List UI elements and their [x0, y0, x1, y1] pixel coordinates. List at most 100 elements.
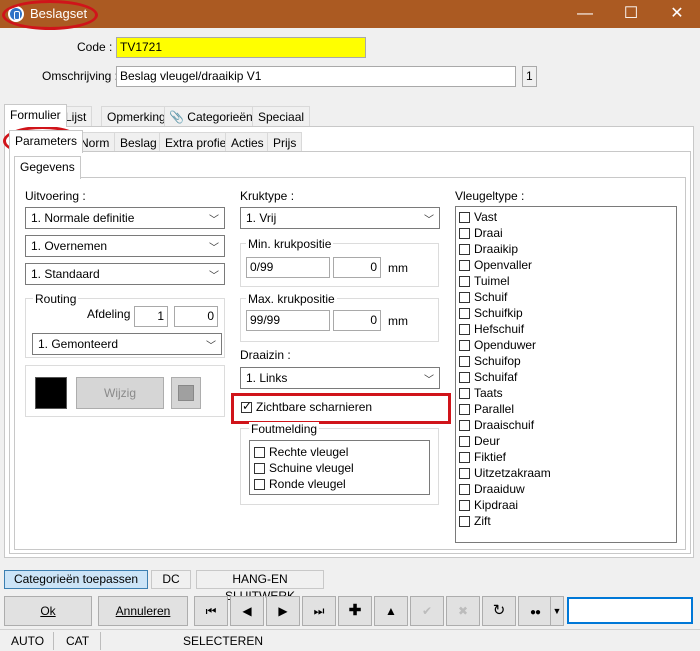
- min-mm-field[interactable]: 0: [333, 257, 381, 278]
- annuleren-label: Annuleren: [115, 604, 171, 618]
- add-button[interactable]: ✚: [338, 596, 372, 626]
- vleugeltype-item[interactable]: Schuifkip: [459, 306, 523, 322]
- minimize-button[interactable]: —: [562, 0, 608, 28]
- up-icon: ▲: [385, 604, 397, 618]
- last-record-button[interactable]: ⏭: [302, 596, 336, 626]
- confirm-icon: ✔: [421, 604, 433, 618]
- tab-beslag[interactable]: Beslag: [114, 132, 163, 153]
- vleugeltype-item-label: Hefschuif: [474, 322, 525, 336]
- vleugeltype-item[interactable]: Deur: [459, 434, 500, 450]
- min-krukpositie-field[interactable]: 0/99: [246, 257, 330, 278]
- max-mm-field[interactable]: 0: [333, 310, 381, 331]
- cancel-edit-button[interactable]: ✖: [446, 596, 480, 626]
- uitvoering-combo-2[interactable]: 1. Overnemen ﹀: [25, 235, 225, 257]
- close-button[interactable]: ✕: [654, 0, 700, 28]
- tab-hang-en-sluitwerk[interactable]: HANG-EN SLUITWERK: [196, 570, 324, 603]
- vleugeltype-item[interactable]: Tuimel: [459, 274, 510, 290]
- refresh-button[interactable]: ↻: [482, 596, 516, 626]
- highlight-zichtbare: [231, 393, 451, 424]
- vleugeltype-item[interactable]: Draaiduw: [459, 482, 525, 498]
- checkbox-icon: [459, 260, 470, 272]
- tab-parameters[interactable]: Parameters: [9, 130, 84, 153]
- vleugeltype-item[interactable]: Draai: [459, 226, 503, 242]
- search-input[interactable]: [567, 597, 693, 624]
- vleugeltype-item-label: Fiktief: [474, 450, 507, 464]
- binoculars-icon: ●●: [529, 607, 541, 618]
- status-auto: AUTO: [11, 634, 45, 648]
- checkbox-icon: [459, 308, 470, 320]
- checkbox-icon: [459, 404, 470, 416]
- next-record-button[interactable]: ▶: [266, 596, 300, 626]
- prev-record-button[interactable]: ◀: [230, 596, 264, 626]
- checkbox-icon: [459, 276, 470, 288]
- annuleren-button[interactable]: Annuleren: [98, 596, 188, 626]
- vleugeltype-item[interactable]: Zift: [459, 514, 491, 530]
- tab-speciaal[interactable]: Speciaal: [252, 106, 311, 127]
- foutmelding-item[interactable]: Schuine vleugel: [254, 461, 354, 477]
- vleugeltype-item-label: Openduwer: [474, 338, 537, 352]
- vleugeltype-item[interactable]: Parallel: [459, 402, 514, 418]
- checkbox-icon: [459, 340, 470, 352]
- checkbox-icon: [459, 388, 470, 400]
- confirm-button[interactable]: ✔: [410, 596, 444, 626]
- vleugeltype-item[interactable]: Draaischuif: [459, 418, 534, 434]
- routing-combo[interactable]: 1. Gemonteerd ﹀: [32, 333, 222, 355]
- vleugeltype-item[interactable]: Schuif: [459, 290, 507, 306]
- tab-dc[interactable]: DC: [151, 570, 191, 589]
- ok-button[interactable]: Ok: [4, 596, 92, 626]
- vleugeltype-item[interactable]: Uitzetzakraam: [459, 466, 551, 482]
- tab-categorieen-toepassen[interactable]: Categorieën toepassen: [4, 570, 148, 589]
- afdeling-field-2[interactable]: 0: [174, 306, 218, 327]
- tab-opmerking[interactable]: Opmerking: [101, 106, 172, 127]
- vleugeltype-item[interactable]: Taats: [459, 386, 503, 402]
- tab-gegevens[interactable]: Gegevens: [14, 156, 81, 179]
- maximize-button[interactable]: ☐: [608, 0, 654, 28]
- uitvoering-combo-1[interactable]: 1. Normale definitie ﹀: [25, 207, 225, 229]
- foutmelding-item[interactable]: Ronde vleugel: [254, 477, 346, 493]
- tab-acties[interactable]: Acties: [225, 132, 270, 153]
- foutmelding-item[interactable]: Rechte vleugel: [254, 445, 348, 461]
- tab-categorieen[interactable]: 📎 Categorieën: [164, 106, 259, 127]
- vleugeltype-item-label: Schuifaf: [474, 370, 518, 384]
- code-label: Code :: [77, 40, 113, 54]
- draaizin-combo[interactable]: 1. Links ﹀: [240, 367, 440, 389]
- vleugeltype-item-label: Zift: [474, 514, 491, 528]
- uitvoering-combo-3[interactable]: 1. Standaard ﹀: [25, 263, 225, 285]
- omschrijving-field[interactable]: Beslag vleugel/draaikip V1: [116, 66, 516, 87]
- vleugeltype-item[interactable]: Kipdraai: [459, 498, 518, 514]
- afdeling-field-1[interactable]: 1: [134, 306, 168, 327]
- vleugeltype-item[interactable]: Schuifop: [459, 354, 521, 370]
- vleugeltype-item[interactable]: Openvaller: [459, 258, 532, 274]
- routing-combo-value: 1. Gemonteerd: [38, 337, 119, 351]
- vleugeltype-item-label: Schuif: [474, 290, 508, 304]
- chevron-down-icon: ﹀: [209, 215, 219, 226]
- checkbox-icon: [459, 516, 470, 528]
- vleugeltype-item[interactable]: Vast: [459, 210, 497, 226]
- color-clear-button[interactable]: [171, 377, 201, 409]
- vleugeltype-item[interactable]: Draaikip: [459, 242, 518, 258]
- title-bar[interactable]: Beslagset — ☐ ✕: [0, 0, 700, 28]
- max-krukpositie-field[interactable]: 99/99: [246, 310, 330, 331]
- tab-formulier[interactable]: Formulier: [4, 104, 67, 127]
- color-swatch[interactable]: [35, 377, 67, 409]
- wijzig-button[interactable]: Wijzig: [76, 377, 164, 409]
- vleugeltype-item[interactable]: Schuifaf: [459, 370, 517, 386]
- up-button[interactable]: ▲: [374, 596, 408, 626]
- first-record-button[interactable]: ⏮: [194, 596, 228, 626]
- tab-prijs[interactable]: Prijs: [267, 132, 303, 153]
- vleugeltype-item[interactable]: Fiktief: [459, 450, 506, 466]
- tab-extra-profiel[interactable]: Extra profiel: [159, 132, 236, 153]
- vleugeltype-item-label: Schuifkip: [474, 306, 523, 320]
- kruktype-combo[interactable]: 1. Vrij ﹀: [240, 207, 440, 229]
- search-dropdown-button[interactable]: ▼: [550, 596, 564, 626]
- add-icon: ✚: [348, 602, 362, 619]
- vleugeltype-item-label: Tuimel: [474, 274, 510, 288]
- max-mm-unit: mm: [388, 314, 408, 328]
- checkbox-icon: [254, 479, 265, 491]
- code-field[interactable]: TV1721: [116, 37, 366, 58]
- vleugeltype-item[interactable]: Hefschuif: [459, 322, 524, 338]
- count-field: 1: [522, 66, 537, 87]
- search-button[interactable]: ●●: [518, 596, 552, 626]
- vleugeltype-item[interactable]: Openduwer: [459, 338, 536, 354]
- kruktype-label: Kruktype :: [240, 189, 295, 203]
